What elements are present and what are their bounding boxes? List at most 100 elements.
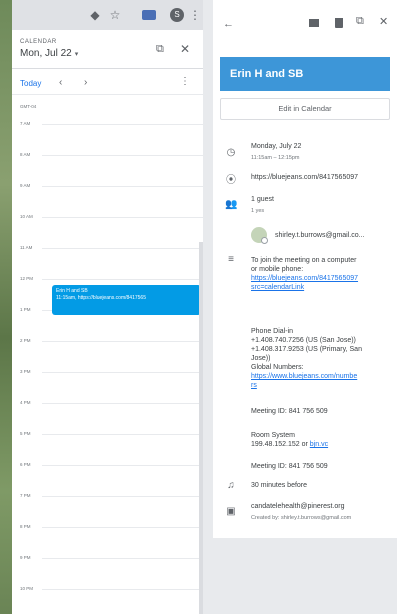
hour-gridline [42, 434, 203, 435]
event-date: Monday, July 22 [251, 143, 302, 150]
delete-icon[interactable] [335, 18, 343, 28]
hour-row[interactable]: 5 PM [12, 431, 203, 465]
description-icon: ≡ [228, 254, 234, 265]
hour-label: 7 AM [20, 121, 31, 126]
previous-day-icon[interactable]: ‹ [59, 77, 62, 88]
hour-gridline [42, 589, 203, 590]
event-title: Erin H and SB [56, 288, 88, 294]
today-button[interactable]: Today [20, 79, 41, 88]
calendar-icon: ▣ [226, 506, 236, 517]
global-link-2[interactable]: rs [251, 381, 257, 390]
hour-row[interactable]: 8 AM [12, 152, 203, 186]
event-location[interactable]: https://bluejeans.com/8417565097 [251, 173, 358, 182]
event-detail-panel: ← ⧉ ✕ Erin H and SB Edit in Calendar ◷ M… [213, 0, 397, 538]
hour-row[interactable]: 10 AM [12, 214, 203, 248]
global-label: Global Numbers: [251, 364, 304, 371]
meeting-id-2: Meeting ID: 841 756 509 [251, 463, 328, 470]
hour-label: 10 AM [20, 214, 33, 219]
guest-email[interactable]: shirley.t.burrows@gmail.co... [275, 231, 364, 240]
hour-gridline [42, 186, 203, 187]
guests-icon: 👥 [225, 199, 238, 210]
hour-gridline [42, 217, 203, 218]
desc-intro-2: or mobile phone: [251, 266, 304, 273]
created-by: Created by: shirley.t.burrows@gmail.com [251, 515, 352, 521]
profile-avatar[interactable]: S [170, 8, 184, 22]
phone-2: +1.408.317.9253 (US (Primary, San [251, 346, 362, 353]
date-selector[interactable]: Mon, Jul 22 ▾ [20, 48, 78, 59]
hour-row[interactable]: 8 PM [12, 524, 203, 558]
room-label: Room System [251, 432, 295, 439]
phone-2b: Jose)) [251, 355, 271, 362]
hour-row[interactable]: 7 AM [12, 121, 203, 155]
hour-gridline [42, 341, 203, 342]
extension-icon[interactable]: ◆ [88, 8, 102, 22]
event-title: Erin H and SB [230, 68, 304, 80]
hour-row[interactable]: 9 PM [12, 555, 203, 589]
back-arrow-icon[interactable]: ← [223, 18, 234, 30]
hour-gridline [42, 372, 203, 373]
hour-label: 6 PM [20, 462, 31, 467]
hour-row[interactable]: 7 PM [12, 493, 203, 527]
global-link-1[interactable]: https://www.bluejeans.com/numbe [251, 372, 357, 381]
open-in-calendar-icon[interactable]: ⧉ [356, 15, 364, 28]
hour-gridline [42, 465, 203, 466]
event-time: 11:15am – 12:15pm [251, 155, 300, 161]
hour-label: 4 PM [20, 400, 31, 405]
hour-row[interactable]: 3 PM [12, 369, 203, 403]
meeting-id-1: Meeting ID: 841 756 509 [251, 408, 328, 415]
hour-label: 9 AM [20, 183, 31, 188]
more-options-icon[interactable]: ⋮ [180, 76, 190, 87]
next-day-icon[interactable]: › [84, 77, 87, 88]
hour-label: 11 AM [20, 245, 33, 250]
panel-background [213, 538, 397, 614]
hour-gridline [42, 403, 203, 404]
star-icon[interactable]: ☆ [108, 8, 122, 22]
more-vert-icon[interactable]: ⋮ [188, 8, 202, 22]
hour-label: 1 PM [20, 307, 31, 312]
hour-gridline [42, 124, 203, 125]
close-icon[interactable]: ✕ [180, 42, 190, 56]
hour-row[interactable]: 2 PM [12, 338, 203, 372]
hour-row[interactable]: 10 PM [12, 586, 203, 614]
open-new-window-icon[interactable]: ⧉ [156, 43, 164, 56]
hour-gridline [42, 558, 203, 559]
close-icon[interactable]: ✕ [379, 15, 388, 28]
hour-label: 2 PM [20, 338, 31, 343]
guest-avatar [251, 227, 268, 244]
desc-intro-1: To join the meeting on a computer [251, 257, 357, 264]
phone-label: Phone Dial-in [251, 328, 294, 335]
hour-label: 8 PM [20, 524, 31, 529]
timezone-label: GMT-04 [20, 104, 37, 109]
room-ip-text: 199.48.152.152 or [251, 441, 310, 448]
event-subtitle: 11:15am, https://bluejeans.com/8417565 [56, 295, 146, 301]
email-guests-icon[interactable] [309, 19, 319, 27]
location-pin-icon: ⦿ [226, 175, 236, 186]
clock-icon: ◷ [226, 147, 236, 158]
hour-row[interactable]: 4 PM [12, 400, 203, 434]
hour-row[interactable]: 9 AM [12, 183, 203, 217]
join-link-2[interactable]: src=calendarLink [251, 283, 304, 292]
hour-label: 10 PM [20, 586, 34, 591]
hour-row[interactable]: 6 PM [12, 462, 203, 496]
room-link[interactable]: bjn.vc [310, 441, 328, 448]
calendar-event[interactable]: Erin H and SB 11:15am, https://bluejeans… [52, 285, 201, 315]
hour-gridline [42, 527, 203, 528]
divider [12, 94, 203, 95]
edit-in-calendar-button[interactable]: Edit in Calendar [220, 98, 390, 120]
join-link-1[interactable]: https://bluejeans.com/8417565097 [251, 274, 358, 283]
organizer: candatelehealth@pinerest.org [251, 503, 345, 510]
room-ip: 199.48.152.152 or bjn.vc [251, 440, 328, 449]
app-label: CALENDAR [20, 39, 57, 45]
event-title-bar: Erin H and SB [220, 57, 390, 91]
hour-gridline [42, 279, 203, 280]
hour-label: 7 PM [20, 493, 31, 498]
scrollbar[interactable] [199, 242, 203, 614]
calendar-extension-icon[interactable] [142, 10, 156, 20]
bell-icon: ♫ [227, 480, 235, 491]
phone-1: +1.408.740.7256 (US (San Jose)) [251, 337, 356, 344]
hour-row[interactable]: 11 AM [12, 245, 203, 279]
hour-gridline [42, 496, 203, 497]
guest-rsvp: 1 yes [251, 208, 265, 214]
hour-label: 12 PM [20, 276, 34, 281]
divider [12, 68, 203, 69]
